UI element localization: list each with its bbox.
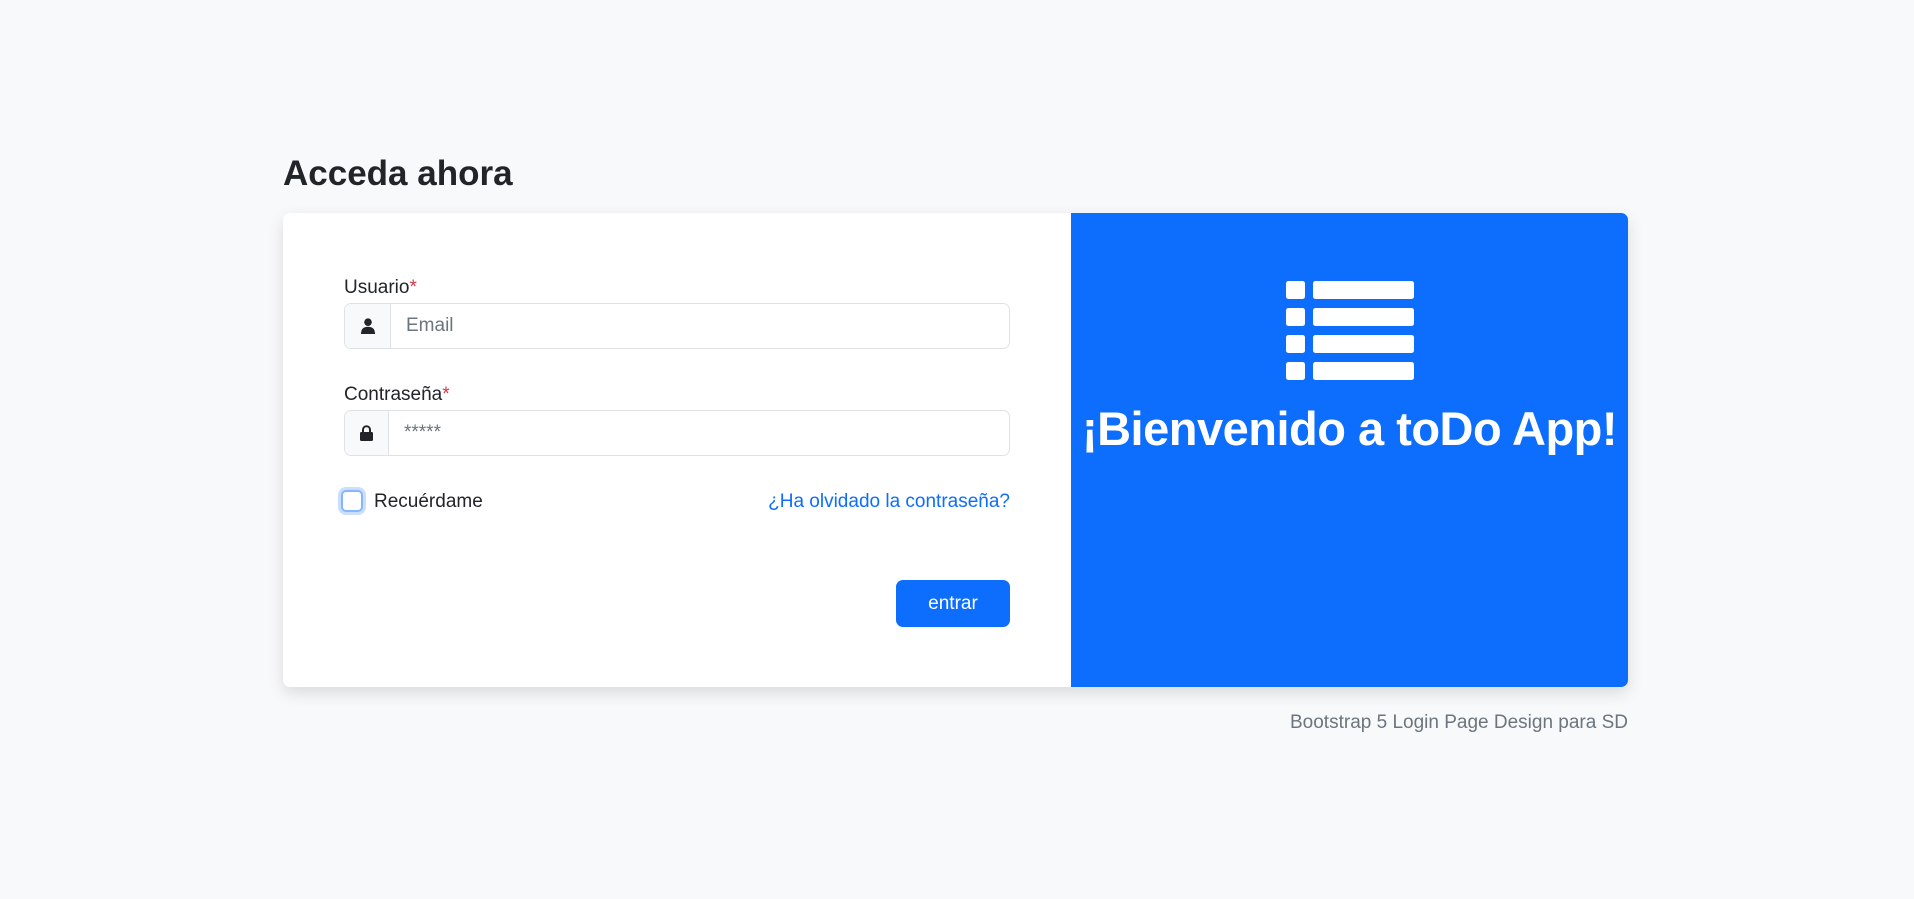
login-card: Usuario* Contraseña* Recuérdame [283,213,1628,687]
page-title: Acceda ahora [283,154,513,193]
remember-checkbox[interactable] [341,490,363,512]
list-icon [1286,281,1414,380]
footer-note: Bootstrap 5 Login Page Design para SD [1290,712,1628,733]
password-input[interactable] [389,411,1009,455]
password-label: Contraseña* [344,383,450,407]
forgot-password-link[interactable]: ¿Ha olvidado la contraseña? [768,489,1010,515]
username-input[interactable] [391,304,1009,348]
remember-row: Recuérdame ¿Ha olvidado la contraseña? [341,487,1010,517]
login-form: Usuario* Contraseña* Recuérdame [283,213,1071,687]
username-label-text: Usuario [344,277,410,298]
username-required-mark: * [409,277,417,298]
password-input-group [344,410,1010,456]
remember-label[interactable]: Recuérdame [374,489,483,515]
user-icon [345,304,391,348]
password-label-text: Contraseña [344,384,443,405]
welcome-heading: ¡Bienvenido a toDo App! [1081,402,1618,455]
username-input-group [344,303,1010,349]
username-label: Usuario* [344,276,417,300]
lock-icon [345,411,389,455]
welcome-panel: ¡Bienvenido a toDo App! [1071,213,1628,687]
password-required-mark: * [442,384,450,405]
submit-button[interactable]: entrar [896,580,1010,627]
